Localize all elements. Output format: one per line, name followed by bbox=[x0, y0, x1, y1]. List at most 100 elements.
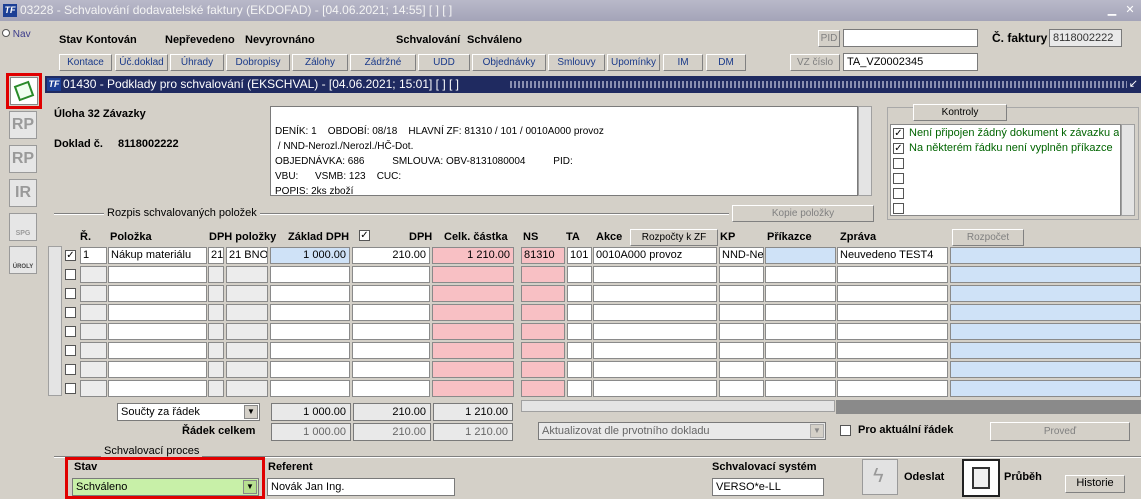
cell-dph[interactable]: 210.00 bbox=[352, 247, 430, 264]
cell-extra[interactable] bbox=[950, 304, 1141, 321]
col-header-ns[interactable]: NS bbox=[523, 231, 538, 243]
nav-button[interactable]: Nav bbox=[2, 29, 36, 43]
kontroly-item[interactable]: ✓ Není připojen žádný dokument k závazku … bbox=[893, 127, 1119, 141]
cell-celk[interactable] bbox=[432, 266, 514, 283]
col-header-dph[interactable]: DPH bbox=[409, 231, 432, 243]
cell-zaklad[interactable] bbox=[270, 342, 350, 359]
cell-zprava[interactable] bbox=[837, 342, 948, 359]
cell-zprava[interactable] bbox=[837, 323, 948, 340]
restore-icon[interactable]: ↙ bbox=[1129, 76, 1138, 93]
pro-aktualni-checkbox[interactable] bbox=[840, 425, 851, 436]
close-icon[interactable]: ✕ bbox=[1122, 3, 1138, 17]
rp-tool-1[interactable]: RP bbox=[9, 111, 37, 139]
soucty-select[interactable]: Součty za řádek ▼ bbox=[117, 403, 260, 421]
cell-dph2[interactable] bbox=[226, 304, 268, 321]
cell-polozka[interactable]: Nákup materiálu bbox=[108, 247, 207, 264]
kontroly-checkbox[interactable]: ✓ bbox=[893, 143, 904, 154]
cell-polozka[interactable] bbox=[108, 323, 207, 340]
vz-cislo-input[interactable]: TA_VZ0002345 bbox=[843, 53, 978, 71]
kopie-polozky-button[interactable]: Kopie položky bbox=[732, 205, 874, 222]
cell-zaklad[interactable] bbox=[270, 266, 350, 283]
cell-ns[interactable] bbox=[521, 342, 565, 359]
cell-zprava[interactable] bbox=[837, 380, 948, 397]
toolbar-button-11[interactable]: DM bbox=[706, 54, 746, 71]
chevron-down-icon[interactable]: ▼ bbox=[244, 405, 258, 419]
cell-r[interactable] bbox=[80, 304, 107, 321]
col-header-zaklad[interactable]: Základ DPH bbox=[288, 231, 349, 243]
cell-prikazce[interactable] bbox=[765, 342, 836, 359]
cell-dph[interactable] bbox=[352, 380, 430, 397]
cell-dph2[interactable] bbox=[226, 342, 268, 359]
kontroly-item[interactable]: ✓ Na některém řádku není vyplněn příkazce bbox=[893, 142, 1119, 156]
cell-polozka[interactable] bbox=[108, 304, 207, 321]
toolbar-button-7[interactable]: Objednávky bbox=[472, 54, 546, 71]
toolbar-button-4[interactable]: Zálohy bbox=[292, 54, 348, 71]
cell-prikazce[interactable] bbox=[765, 247, 836, 264]
cell-dph1[interactable] bbox=[208, 361, 224, 378]
col-header-dph_polozky[interactable]: DPH položky bbox=[209, 231, 276, 243]
cell-kp[interactable] bbox=[719, 285, 764, 302]
pid-input[interactable] bbox=[843, 29, 978, 47]
cell-prikazce[interactable] bbox=[765, 266, 836, 283]
cell-ta[interactable]: 101 bbox=[567, 247, 592, 264]
col-header-zprava[interactable]: Zpráva bbox=[840, 231, 876, 243]
row-checkbox[interactable] bbox=[65, 364, 76, 375]
spg-tool[interactable]: SPG bbox=[9, 213, 37, 241]
cell-prikazce[interactable] bbox=[765, 304, 836, 321]
col-header-polozka[interactable]: Položka bbox=[110, 231, 152, 243]
aktualizovat-select[interactable]: Aktualizovat dle prvotního dokladu ▼ bbox=[538, 422, 826, 440]
cell-dph[interactable] bbox=[352, 342, 430, 359]
row-checkbox[interactable] bbox=[65, 383, 76, 394]
cell-celk[interactable] bbox=[432, 323, 514, 340]
chevron-down-icon[interactable]: ▼ bbox=[810, 424, 824, 438]
cell-prikazce[interactable] bbox=[765, 361, 836, 378]
rozpocty-k-zf-button[interactable]: Rozpočty k ZF bbox=[630, 229, 718, 246]
kontroly-checkbox[interactable] bbox=[893, 173, 904, 184]
col-header-kp[interactable]: KP bbox=[720, 231, 735, 243]
cell-akce[interactable]: 0010A000 provoz bbox=[593, 247, 717, 264]
odeslat-button[interactable]: ϟ bbox=[862, 459, 898, 495]
cell-polozka[interactable] bbox=[108, 361, 207, 378]
cell-extra[interactable] bbox=[950, 380, 1141, 397]
cell-dph2[interactable] bbox=[226, 361, 268, 378]
toolbar-button-9[interactable]: Upomínky bbox=[607, 54, 660, 71]
cell-kp[interactable]: NND-Nero bbox=[719, 247, 764, 264]
cell-r[interactable] bbox=[80, 266, 107, 283]
col-header-r[interactable]: Ř. bbox=[80, 231, 91, 243]
ir-tool[interactable]: IR bbox=[9, 179, 37, 207]
kontroly-scrollbar[interactable] bbox=[1121, 124, 1135, 216]
kontroly-button[interactable]: Kontroly bbox=[913, 104, 1007, 121]
approve-document-tool[interactable] bbox=[10, 77, 38, 105]
cell-extra[interactable] bbox=[950, 323, 1141, 340]
cell-zprava[interactable]: Neuvedeno TEST4 bbox=[837, 247, 948, 264]
cell-kp[interactable] bbox=[719, 266, 764, 283]
prubeh-button[interactable] bbox=[962, 459, 1000, 497]
cell-ta[interactable] bbox=[567, 266, 592, 283]
cell-ns[interactable] bbox=[521, 323, 565, 340]
col-header-celk[interactable]: Celk. částka bbox=[444, 231, 508, 243]
cell-zaklad[interactable] bbox=[270, 323, 350, 340]
cell-kp[interactable] bbox=[719, 361, 764, 378]
cell-ta[interactable] bbox=[567, 342, 592, 359]
cell-polozka[interactable] bbox=[108, 380, 207, 397]
cell-dph1[interactable]: 21 bbox=[208, 247, 224, 264]
cell-dph1[interactable] bbox=[208, 285, 224, 302]
cell-ns[interactable] bbox=[521, 361, 565, 378]
row-checkbox[interactable] bbox=[65, 345, 76, 356]
cell-ns[interactable] bbox=[521, 266, 565, 283]
cell-zaklad[interactable] bbox=[270, 361, 350, 378]
cell-celk[interactable] bbox=[432, 361, 514, 378]
row-checkbox[interactable] bbox=[65, 307, 76, 318]
cell-ns[interactable] bbox=[521, 285, 565, 302]
cell-extra[interactable] bbox=[950, 342, 1141, 359]
cell-extra[interactable] bbox=[950, 361, 1141, 378]
table-hscrollbar-right[interactable] bbox=[836, 400, 1141, 414]
toolbar-button-8[interactable]: Smlouvy bbox=[548, 54, 605, 71]
cell-dph[interactable] bbox=[352, 361, 430, 378]
table-vscrollbar[interactable] bbox=[48, 246, 62, 396]
cell-ta[interactable] bbox=[567, 285, 592, 302]
cell-ns[interactable]: 81310 bbox=[521, 247, 565, 264]
rozpocet-button[interactable]: Rozpočet bbox=[952, 229, 1024, 246]
row-checkbox[interactable] bbox=[65, 269, 76, 280]
kontroly-checkbox[interactable] bbox=[893, 203, 904, 214]
